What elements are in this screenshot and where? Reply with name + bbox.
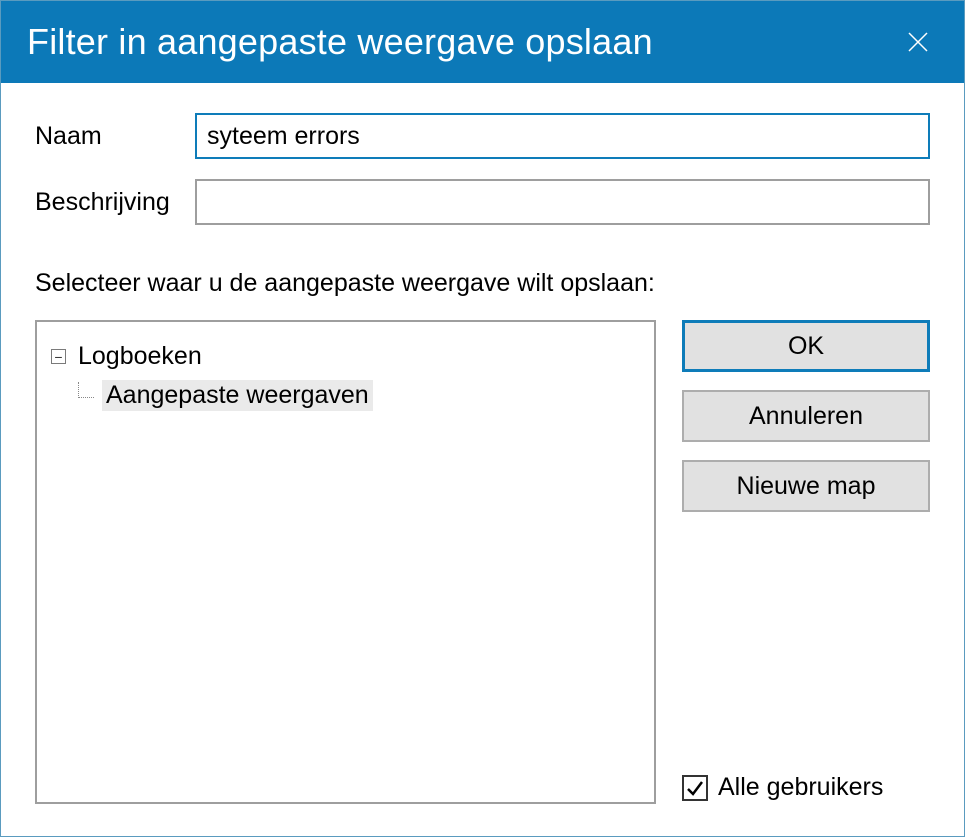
all-users-checkbox[interactable] bbox=[682, 775, 708, 801]
all-users-label: Alle gebruikers bbox=[718, 773, 883, 802]
name-row: Naam bbox=[35, 113, 930, 159]
name-input[interactable] bbox=[195, 113, 930, 159]
all-users-row[interactable]: Alle gebruikers bbox=[682, 773, 930, 804]
titlebar: Filter in aangepaste weergave opslaan bbox=[1, 1, 964, 83]
button-column: OK Annuleren Nieuwe map Alle gebruikers bbox=[682, 320, 930, 804]
folder-tree[interactable]: − Logboeken Aangepaste weergaven bbox=[35, 320, 656, 804]
lower-area: − Logboeken Aangepaste weergaven OK Annu… bbox=[35, 320, 930, 804]
ok-button[interactable]: OK bbox=[682, 320, 930, 372]
description-label: Beschrijving bbox=[35, 188, 195, 217]
description-row: Beschrijving bbox=[35, 179, 930, 225]
description-input[interactable] bbox=[195, 179, 930, 225]
name-label: Naam bbox=[35, 122, 195, 151]
spacer bbox=[682, 530, 930, 755]
location-instruction: Selecteer waar u de aangepaste weergave … bbox=[35, 269, 930, 298]
tree-branch-icon bbox=[78, 382, 94, 398]
tree-node-root[interactable]: − Logboeken Aangepaste weergaven bbox=[51, 338, 640, 414]
tree-node-child[interactable]: Aangepaste weergaven bbox=[69, 377, 640, 414]
cancel-button[interactable]: Annuleren bbox=[682, 390, 930, 442]
dialog-title: Filter in aangepaste weergave opslaan bbox=[27, 21, 894, 63]
new-folder-button[interactable]: Nieuwe map bbox=[682, 460, 930, 512]
close-button[interactable] bbox=[894, 18, 942, 66]
collapse-icon[interactable]: − bbox=[51, 349, 66, 364]
tree-node-label[interactable]: Logboeken bbox=[74, 341, 206, 372]
tree-node-label[interactable]: Aangepaste weergaven bbox=[102, 380, 373, 411]
tree-children: Aangepaste weergaven bbox=[69, 377, 640, 414]
close-icon bbox=[907, 31, 929, 53]
dialog-window: Filter in aangepaste weergave opslaan Na… bbox=[0, 0, 965, 837]
checkmark-icon bbox=[685, 778, 705, 798]
dialog-content: Naam Beschrijving Selecteer waar u de aa… bbox=[1, 83, 964, 836]
